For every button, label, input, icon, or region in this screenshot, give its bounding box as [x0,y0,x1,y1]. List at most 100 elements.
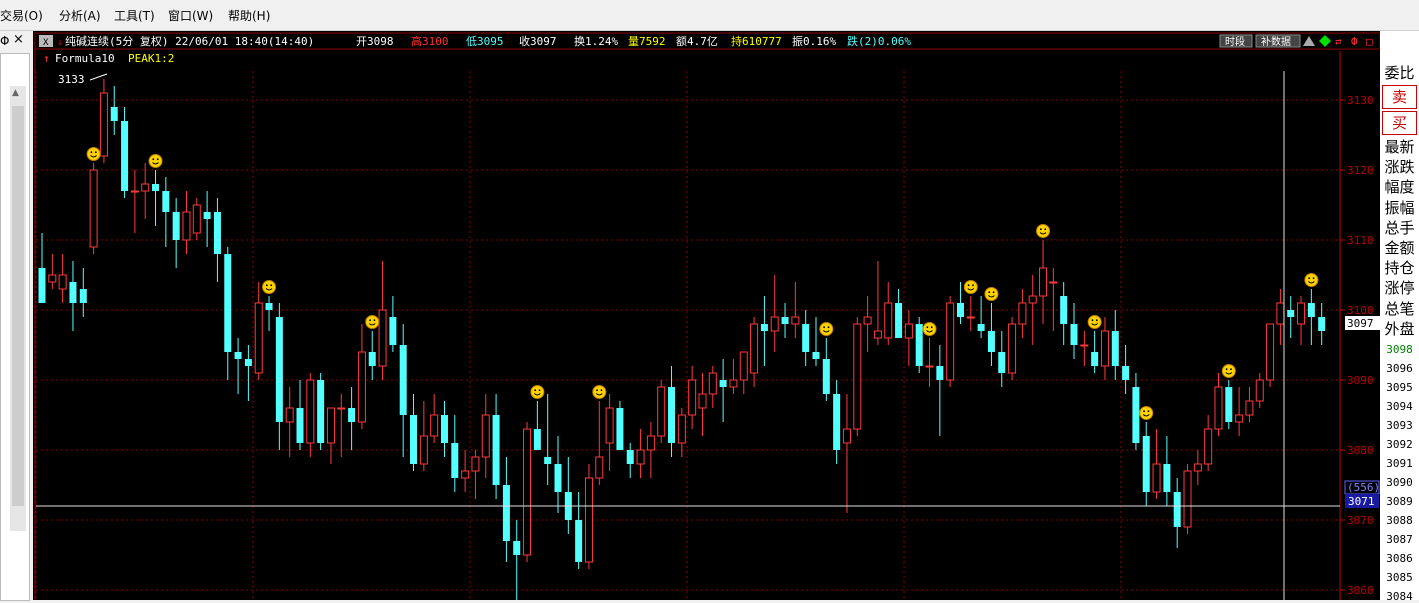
open-interest: 持610777 [731,34,782,48]
scroll-up-icon[interactable]: ▲ [12,88,19,98]
kline-chart[interactable]: X ↓ 纯碱连续(5分 复权) 22/06/01 18:40(14:40) 开3… [33,31,1380,600]
candle-body-down [451,443,459,478]
smiley-icon [262,280,277,294]
smiley-face [984,287,999,301]
smiley-eye [992,291,995,294]
candle-body-up [595,456,604,479]
chart-close-icon[interactable]: □ [1366,35,1373,48]
smiley-eye [1091,319,1094,322]
candle-body-up [192,204,201,234]
candle-body-down [317,380,325,443]
candle-body-down [977,324,985,331]
candle-body-up [1276,302,1285,325]
candle-body-up [254,302,263,374]
move-icon[interactable]: ⇄ [1335,35,1342,48]
chart-area[interactable]: X ↓ 纯碱连续(5分 复权) 22/06/01 18:40(14:40) 开3… [33,31,1380,600]
quote-value: 3086 [1386,552,1413,565]
quote-label: 最新 [1384,138,1415,156]
price-tick-label: 3130 [1347,94,1374,107]
candle-body-down [389,317,397,345]
candle-body-down [203,212,211,219]
candle-body-up [863,316,872,325]
candle-body-up [708,372,717,395]
smiley-eye [90,151,93,154]
candle-body-down [1091,352,1099,366]
smiley-eye [1225,368,1228,371]
candle-body-down [915,324,923,366]
menu-analysis[interactable]: 分析(A) [59,7,101,24]
candle-body-down [1163,464,1171,492]
smiley-eye [926,326,929,329]
price-tick-label: 3120 [1347,164,1374,177]
weibi-label: 委比 [1384,64,1415,82]
candle-body-up [182,211,191,241]
candle-body-down [110,107,118,121]
close-price: 收3097 [519,34,557,48]
menu-help[interactable]: 帮助(H) [228,7,270,24]
smiley-icon [1036,224,1051,238]
smiley-face [819,322,834,336]
candle-body-down [69,282,77,303]
candle-body-down [936,366,944,380]
candle-body-down [152,184,160,191]
panel-pin-icon[interactable]: Φ [0,34,9,48]
quote-value: 3095 [1386,381,1413,394]
smiley-eye [373,319,376,322]
candle-body-up [646,435,655,451]
candle-body-up [853,323,862,430]
smiley-eye [600,389,603,392]
smiley-eye [152,158,155,161]
candle-body-up [1235,414,1244,423]
crosshair-count: (556) [1347,481,1380,494]
quote-label: 涨跌 [1384,158,1415,177]
candle-body-up [1008,323,1017,374]
smiley-icon [86,147,101,161]
menu-tools[interactable]: 工具(T) [114,7,155,24]
candle-body-down [234,352,242,359]
smiley-eye [1095,319,1098,322]
candle-body-up [419,435,428,465]
candle-body-down [79,289,87,303]
candle-body-up [770,316,779,332]
candle-body-down [1173,492,1181,527]
candle-body-up [657,386,666,437]
smiley-face [922,322,937,336]
scrollbar-thumb[interactable] [12,106,24,506]
smiley-eye [1039,228,1042,231]
price-tick-label: 3100 [1347,304,1374,317]
candle-body-up [842,428,851,444]
smiley-icon [1221,364,1236,378]
candle-body-down [1111,331,1119,366]
candle-body-down [244,359,252,366]
turnover-rate: 换1.24% [574,34,618,48]
peak-label: 3133 [58,73,85,86]
menu-trade[interactable]: 交易(O) [0,7,43,24]
quote-label: 金额 [1384,239,1415,257]
panel-close-icon[interactable]: × [13,32,24,47]
crosshair-price: 3071 [1348,495,1375,508]
candle-body-down [172,212,180,240]
candle-body-down [626,450,634,464]
quote-value: 3089 [1386,495,1413,508]
candle-body-up [1193,463,1202,472]
buy-button[interactable]: 买 [1382,111,1417,135]
candle-body-down [575,520,583,562]
candle-body-down [1287,310,1295,317]
candle-body-up [89,169,98,248]
smiley-face [1304,273,1319,287]
candle-body-up [904,323,913,339]
candle-body-up [1100,330,1109,367]
candle-body-up [946,302,955,381]
candle-body-up [285,407,294,423]
quote-value: 3096 [1386,362,1413,375]
menu-window[interactable]: 窗口(W) [168,7,213,24]
candle-body-up [1255,379,1264,402]
candle-body-down [822,359,830,394]
smiley-icon [922,322,937,336]
candle-body-down [162,191,170,212]
sell-button[interactable]: 卖 [1382,85,1417,109]
chart-menu-icon[interactable]: Ф [1351,35,1358,48]
quote-value: 3090 [1386,476,1413,489]
smiley-eye [1147,410,1150,413]
candle-body-up [873,330,882,339]
